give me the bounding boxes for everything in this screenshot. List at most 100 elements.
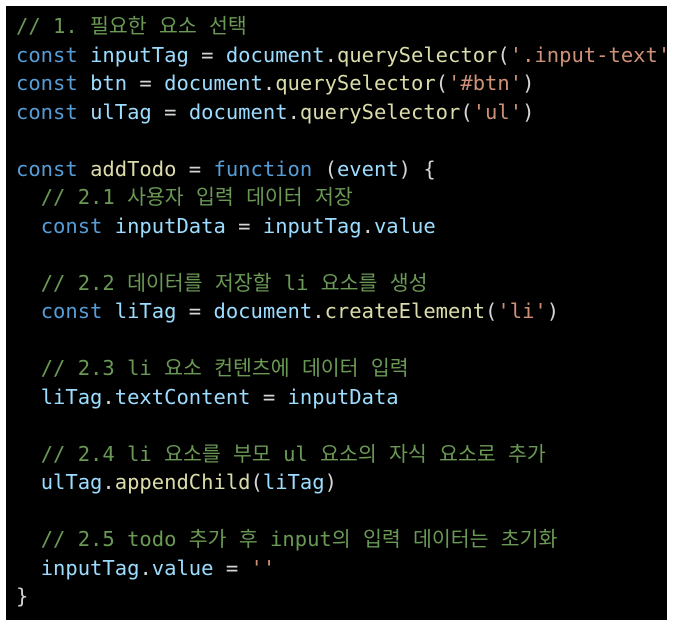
code-comment: // 1. 필요한 요소 선택: [16, 14, 247, 38]
code-line: const ulTag = document.querySelector('ul…: [16, 98, 667, 127]
code-token: const: [40, 299, 103, 323]
code-token: querySelector: [275, 71, 436, 95]
code-token: const: [16, 42, 78, 67]
code-line: inputTag.value = '': [16, 554, 667, 583]
code-line: // 2.1 사용자 입력 데이터 저장: [16, 183, 667, 212]
code-token: const: [16, 99, 78, 124]
code-line: }: [16, 582, 667, 611]
code-line: const addTodo = function (event) {: [16, 155, 667, 184]
code-token: 'li': [497, 299, 547, 323]
code-token: const: [16, 71, 78, 95]
code-token: event: [336, 156, 399, 181]
code-token: textContent: [114, 384, 251, 409]
code-token: inputTag: [90, 42, 189, 67]
code-token: ): [324, 470, 337, 494]
code-token: function: [213, 156, 313, 181]
code-token: const: [40, 213, 103, 238]
code-token: }: [16, 584, 29, 608]
code-token: =: [176, 156, 214, 181]
code-line: // 2.5 todo 추가 후 input의 입력 데이터는 초기화: [16, 525, 667, 554]
code-token: .: [324, 42, 337, 67]
code-token: =: [176, 299, 214, 323]
code-token: '': [250, 555, 276, 580]
code-token: liTag: [262, 470, 325, 494]
code-comment: // 2.5 todo 추가 후 input의 입력 데이터는 초기화: [40, 527, 558, 551]
code-token: 'ul': [472, 99, 523, 124]
code-token: .: [139, 555, 152, 580]
code-line: liTag.textContent = inputData: [16, 383, 667, 412]
code-token: (: [485, 299, 498, 323]
code-line: // 1. 필요한 요소 선택: [16, 12, 667, 41]
code-token: =: [188, 42, 226, 67]
code-token: .: [312, 299, 325, 323]
code-token: '.input-text': [509, 42, 667, 67]
code-token: ) {: [398, 156, 436, 181]
code-line: // 2.3 li 요소 컨텐츠에 데이터 입력: [16, 354, 667, 383]
code-token: addTodo: [90, 156, 177, 181]
code-token: btn: [90, 71, 128, 95]
code-token: .: [102, 470, 115, 494]
code-line: const inputData = inputTag.value: [16, 212, 667, 241]
code-token: '#btn': [448, 71, 523, 95]
code-token: liTag: [40, 384, 103, 409]
code-token: .: [287, 99, 300, 124]
code-comment: // 2.1 사용자 입력 데이터 저장: [40, 185, 353, 209]
code-editor: // 1. 필요한 요소 선택 const inputTag = document…: [6, 6, 667, 620]
code-token: document: [225, 42, 325, 67]
code-token: ): [522, 71, 535, 95]
code-comment: // 2.2 데이터를 저장할 li 요소를 생성: [40, 270, 428, 295]
code-comment: // 2.4 li 요소를 부모 ul 요소의 자식 요소로 추가: [40, 441, 546, 466]
code-line: const liTag = document.createElement('li…: [16, 297, 667, 326]
code-token: =: [250, 384, 288, 409]
code-token: liTag: [114, 299, 177, 323]
code-token: .: [102, 384, 115, 409]
code-block: // 1. 필요한 요소 선택 const inputTag = document…: [16, 12, 667, 611]
code-token: querySelector: [336, 42, 498, 67]
code-token: ): [546, 299, 560, 323]
code-token: (: [460, 99, 473, 124]
code-token: appendChild: [114, 470, 251, 494]
code-token: (: [497, 42, 510, 67]
code-token: inputData: [114, 213, 226, 238]
code-token: =: [225, 213, 263, 238]
code-token: value: [151, 555, 214, 580]
code-token: querySelector: [299, 99, 461, 124]
code-token: .: [262, 71, 276, 95]
code-token: value: [373, 213, 436, 238]
code-token: .: [361, 213, 374, 238]
code-token: ): [522, 99, 535, 124]
code-token: inputData: [287, 384, 399, 409]
code-token: (: [312, 156, 337, 181]
code-token: document: [213, 299, 313, 323]
code-line: const btn = document.querySelector('#btn…: [16, 69, 667, 98]
code-token: document: [188, 99, 288, 124]
code-line: const inputTag = document.querySelector(…: [16, 41, 667, 70]
code-token: =: [213, 555, 251, 580]
code-token: ulTag: [40, 470, 103, 494]
code-token: (: [250, 470, 263, 494]
code-line: // 2.2 데이터를 저장할 li 요소를 생성: [16, 269, 667, 298]
code-line: // 2.4 li 요소를 부모 ul 요소의 자식 요소로 추가: [16, 440, 667, 469]
code-line: ulTag.appendChild(liTag): [16, 468, 667, 497]
